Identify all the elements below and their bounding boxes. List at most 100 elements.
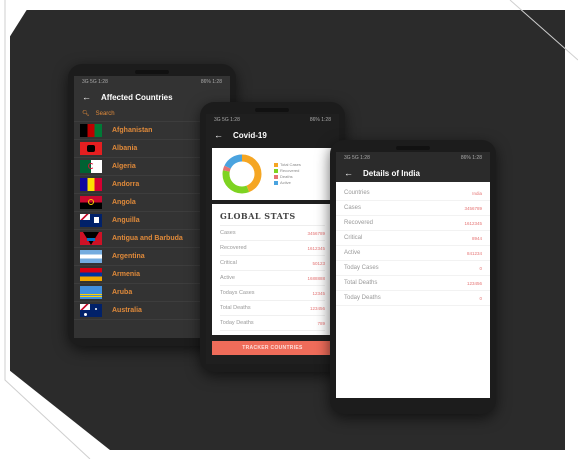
detail-row-cases: Cases 3456789: [336, 201, 490, 216]
screen: 3G 5G 1:28 86% 1:28 ← Details of India C…: [336, 152, 490, 398]
stat-value: 123456: [309, 305, 325, 311]
stat-row-active: Active 1688888: [220, 271, 325, 286]
country-name: Andorra: [112, 181, 140, 188]
albania-flag-icon: [80, 142, 102, 155]
legend-swatch: [274, 174, 278, 179]
speaker-grille: [255, 108, 289, 112]
chart-legend: Total Cases Recovered Deaths Active: [274, 162, 301, 186]
angola-flag-icon: [80, 196, 102, 209]
detail-row-active: Active 841234: [336, 246, 490, 261]
detail-label: Today Deaths: [344, 295, 381, 301]
stage: 3G 5G 1:28 86% 1:28 ← Affected Countries…: [0, 0, 578, 459]
status-left: 3G 5G 1:28: [214, 117, 240, 123]
detail-value: 3456789: [464, 205, 482, 211]
stat-label: Todays Cases: [220, 290, 255, 296]
stat-value: 50123: [312, 260, 325, 266]
detail-label: Cases: [344, 205, 362, 211]
detail-value: 0: [479, 295, 482, 301]
stat-row-recovered: Recovered 1612345: [220, 241, 325, 256]
stat-value: 1612345: [307, 245, 325, 251]
detail-row-countries: Countries India: [336, 186, 490, 201]
detail-value: 1612345: [464, 220, 482, 226]
status-bar: 3G 5G 1:28 86% 1:28: [336, 152, 490, 164]
detail-row-today-cases: Today Cases 0: [336, 261, 490, 276]
country-name: Antigua and Barbuda: [112, 235, 183, 242]
search-icon: 🔍︎: [82, 111, 90, 117]
details-list: Countries India Cases 3456789 Recovered 161…: [336, 182, 490, 306]
pie-chart-card: Total Cases Recovered Deaths Active: [212, 148, 333, 200]
page-title: Covid-19: [233, 130, 267, 140]
antigua-flag-icon: [80, 232, 102, 245]
detail-row-today-deaths: Today Deaths 0: [336, 291, 490, 306]
status-left: 3G 5G 1:28: [344, 155, 370, 161]
tracker-countries-button[interactable]: TRACKER COUNTRIES: [212, 341, 333, 355]
armenia-flag-icon: [80, 268, 102, 281]
legend-swatch: [274, 168, 278, 173]
detail-value: 123456: [466, 280, 482, 286]
stat-label: Today Deaths: [220, 320, 254, 326]
andorra-flag-icon: [80, 178, 102, 191]
detail-label: Today Cases: [344, 265, 379, 271]
back-arrow-icon[interactable]: ←: [344, 168, 353, 178]
country-name: Angola: [112, 199, 136, 206]
country-name: Algeria: [112, 163, 136, 170]
legend-item: Active: [274, 180, 301, 186]
detail-row-total-deaths: Total Deaths 123456: [336, 276, 490, 291]
legend-label: Active: [280, 180, 291, 185]
status-right: 86% 1:28: [309, 117, 331, 123]
country-name: Afghanistan: [112, 127, 153, 134]
detail-label: Countries: [344, 190, 370, 196]
country-name: Albania: [112, 145, 138, 152]
screen: 3G 5G 1:28 86% 1:28 ← Covid-19 Total Cas…: [206, 114, 339, 364]
detail-label: Recovered: [344, 220, 374, 226]
country-name: Australia: [112, 307, 142, 314]
detail-value: 841234: [466, 250, 482, 256]
detail-label: Total Deaths: [344, 280, 378, 286]
detail-label: Critical: [344, 235, 363, 241]
stat-value: 1688888: [307, 275, 325, 281]
back-arrow-icon[interactable]: ←: [82, 92, 91, 102]
detail-label: Active: [344, 250, 361, 256]
stat-label: Recovered: [220, 245, 247, 251]
aruba-flag-icon: [80, 286, 102, 299]
status-right: 86% 1:28: [460, 155, 482, 161]
detail-value: 0: [479, 265, 482, 271]
detail-value: 8944: [471, 235, 482, 241]
legend-label: Recovered: [280, 168, 300, 173]
legend-label: Total Cases: [280, 162, 301, 167]
search-input[interactable]: Search: [96, 111, 115, 117]
back-arrow-icon[interactable]: ←: [214, 130, 223, 140]
stat-label: Critical: [220, 260, 237, 266]
phone-covid-19: 3G 5G 1:28 86% 1:28 ← Covid-19 Total Cas…: [200, 102, 345, 372]
speaker-grille: [396, 146, 430, 150]
afghanistan-flag-icon: [80, 124, 102, 137]
status-left: 3G 5G 1:28: [82, 79, 108, 85]
stat-row-cases: Cases 3456789: [220, 226, 325, 241]
status-right: 86% 1:28: [200, 79, 222, 85]
legend-label: Deaths: [280, 174, 293, 179]
country-name: Argentina: [112, 253, 145, 260]
argentina-flag-icon: [80, 250, 102, 263]
legend-swatch: [274, 162, 278, 167]
global-stats-card: GLOBAL STATS Cases 3456789 Recovered 16123…: [212, 204, 333, 335]
page-title: Affected Countries: [101, 92, 173, 102]
stats-title: GLOBAL STATS: [220, 208, 325, 226]
phone-details-of-india: 3G 5G 1:28 86% 1:28 ← Details of India C…: [330, 140, 496, 414]
country-name: Armenia: [112, 271, 141, 278]
stat-value: 12345: [312, 290, 325, 296]
legend-swatch: [274, 180, 278, 185]
detail-value: India: [472, 190, 482, 196]
stat-label: Total Deaths: [220, 305, 251, 311]
stat-row-today-deaths: Today Deaths 789: [220, 316, 325, 331]
stat-row-total-deaths: Total Deaths 123456: [220, 301, 325, 316]
app-bar: ← Details of India: [336, 164, 490, 182]
page-title: Details of India: [363, 168, 420, 178]
stat-value: 3456789: [307, 230, 325, 236]
australia-flag-icon: [80, 304, 102, 317]
donut-chart: [222, 154, 262, 194]
app-bar: ← Covid-19: [206, 126, 339, 144]
status-bar: 3G 5G 1:28 86% 1:28: [206, 114, 339, 126]
country-name: Aruba: [112, 289, 133, 296]
stat-row-todays-cases: Todays Cases 12345: [220, 286, 325, 301]
stat-row-critical: Critical 50123: [220, 256, 325, 271]
